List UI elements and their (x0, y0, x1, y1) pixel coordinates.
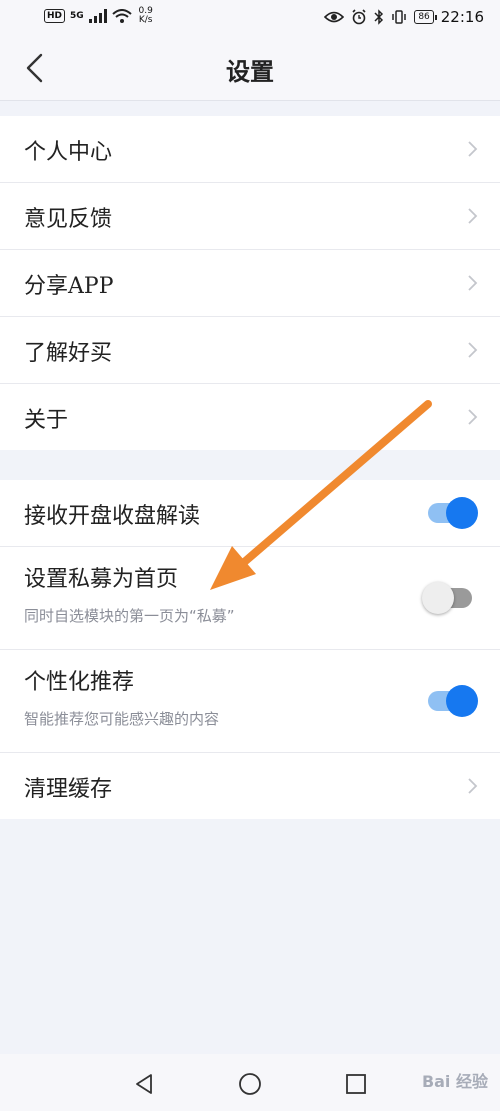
settings-item-clear-cache[interactable]: 清理缓存 (0, 753, 500, 819)
toggle-knob (446, 685, 478, 717)
settings-item-market-open-close: 接收开盘收盘解读 (0, 480, 500, 547)
chevron-right-icon (468, 141, 478, 157)
toggle-knob (446, 497, 478, 529)
settings-item-label: 关于 (24, 408, 69, 433)
battery-icon: 86 (414, 10, 438, 24)
signal-icon (88, 9, 107, 23)
hd-badge: HD (44, 9, 66, 23)
settings-item-personalized-recommend: 个性化推荐 智能推荐您可能感兴趣的内容 (0, 650, 500, 753)
settings-item-label: 个性化推荐 (24, 670, 135, 695)
network-type: 5G (70, 11, 84, 21)
circle-home-icon[interactable] (238, 1072, 262, 1096)
eye-icon (324, 11, 345, 23)
private-fund-home-toggle[interactable] (422, 582, 472, 614)
settings-item-share-app[interactable]: 分享APP (0, 250, 500, 317)
settings-item-about[interactable]: 关于 (0, 384, 500, 450)
settings-item-label: 清理缓存 (24, 777, 113, 802)
personalized-recommend-toggle[interactable] (428, 685, 478, 717)
market-digest-toggle[interactable] (428, 497, 478, 529)
baidu-watermark: Bai 经验 (421, 1072, 488, 1091)
system-nav-bar: Bai 经验 (0, 1054, 500, 1111)
settings-item-label: 接收开盘收盘解读 (24, 504, 201, 529)
toggle-knob (422, 582, 454, 614)
settings-item-label: 分享APP (24, 274, 114, 299)
net-speed-unit: K/s (138, 15, 153, 25)
status-left: HD 5G 0.9 K/s (44, 7, 155, 25)
alarm-icon (352, 9, 366, 25)
triangle-back-icon[interactable] (132, 1072, 156, 1096)
settings-item-subtitle: 同时自选模块的第一页为“私募” (24, 607, 235, 625)
settings-group-preferences: 接收开盘收盘解读 设置私募为首页 同时自选模块的第一页为“私募” 个性化推荐 智… (0, 480, 500, 819)
status-bar: HD 5G 0.9 K/s 86 22:16 (0, 0, 500, 36)
chevron-right-icon (468, 778, 478, 794)
settings-item-subtitle: 智能推荐您可能感兴趣的内容 (24, 710, 220, 728)
chevron-right-icon (468, 342, 478, 358)
settings-group-general: 个人中心 意见反馈 分享APP 了解好买 关于 (0, 116, 500, 450)
chevron-right-icon (468, 275, 478, 291)
settings-item-label: 了解好买 (24, 341, 113, 366)
settings-item-label: 意见反馈 (24, 207, 113, 232)
wifi-icon (112, 9, 132, 23)
settings-item-private-fund-home: 设置私募为首页 同时自选模块的第一页为“私募” (0, 547, 500, 650)
status-right: 86 22:16 (324, 8, 484, 26)
bluetooth-icon (374, 9, 384, 25)
settings-item-personal-center[interactable]: 个人中心 (0, 116, 500, 183)
settings-item-about-howbuy[interactable]: 了解好买 (0, 317, 500, 384)
chevron-right-icon (468, 409, 478, 425)
settings-item-label: 个人中心 (24, 140, 113, 165)
page-title: 设置 (226, 57, 274, 86)
settings-item-label: 设置私募为首页 (24, 567, 179, 592)
square-recents-icon[interactable] (344, 1072, 368, 1096)
vibrate-icon (392, 10, 407, 24)
net-speed: 0.9 K/s (137, 7, 155, 25)
clock: 22:16 (440, 8, 484, 26)
header: 设置 (0, 36, 500, 101)
chevron-right-icon (468, 208, 478, 224)
settings-item-feedback[interactable]: 意见反馈 (0, 183, 500, 250)
